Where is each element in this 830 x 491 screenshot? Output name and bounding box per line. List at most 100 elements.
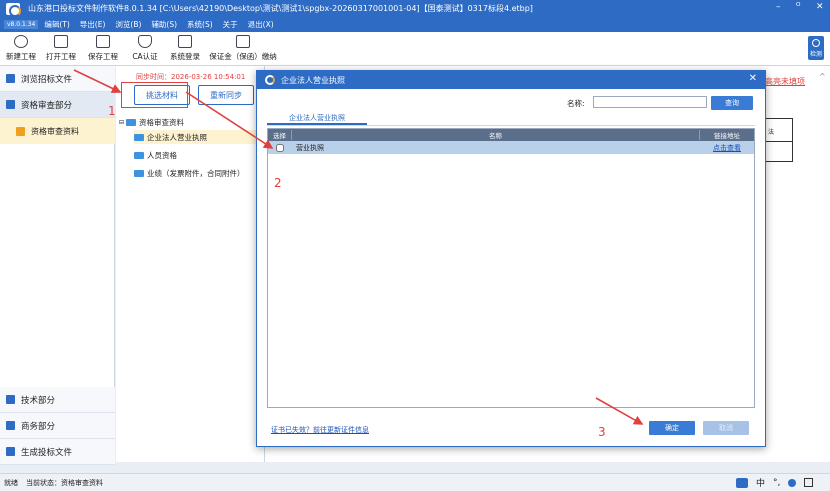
ca-auth-label: CA认证	[132, 52, 158, 61]
table-row[interactable]: 营业执照 点击查看	[268, 141, 754, 155]
sync-time: 同步时间：2026-03-26 10:54:01	[136, 73, 246, 81]
version-tag: v8.0.1.34	[4, 20, 39, 29]
browse-icon	[6, 74, 15, 83]
annotation-step-1: 1	[108, 104, 116, 118]
row-select-cell	[268, 144, 292, 152]
highlight-unfilled-link[interactable]: 高亮未填项	[765, 76, 805, 87]
open-project-label: 打开工程	[46, 52, 76, 61]
search-input[interactable]	[593, 96, 707, 108]
confirm-button[interactable]: 确定	[649, 421, 695, 435]
new-project-button[interactable]: 新建工程	[4, 35, 38, 62]
search-button[interactable]: 查询	[711, 96, 753, 110]
resync-button[interactable]: 重新同步	[198, 85, 254, 105]
row-name: 营业执照	[296, 144, 324, 152]
tree-item-license-label: 企业法人营业执照	[147, 132, 207, 142]
menu-export[interactable]: 导出(E)	[80, 19, 106, 30]
app-logo-icon	[265, 75, 275, 85]
system-login-button[interactable]: 系统登录	[168, 35, 202, 62]
menu-assist[interactable]: 辅助(S)	[151, 19, 177, 30]
ime-tray: 中 °,	[736, 476, 814, 489]
open-project-button[interactable]: 打开工程	[44, 35, 78, 62]
search-label: 名称:	[567, 99, 585, 108]
minimize-button[interactable]: –	[776, 2, 781, 12]
ca-auth-button[interactable]: CA认证	[128, 35, 162, 62]
tab-license[interactable]: 企业法人营业执照	[267, 113, 367, 125]
shield-icon	[138, 35, 152, 48]
scroll-up-icon[interactable]: ^	[819, 72, 826, 81]
detect-label: 检测	[809, 51, 822, 58]
system-login-label: 系统登录	[170, 52, 200, 61]
user-icon[interactable]	[788, 478, 797, 487]
edit-icon	[6, 421, 15, 430]
folder-icon	[134, 152, 144, 159]
edit-icon	[6, 395, 15, 404]
menu-about[interactable]: 关于	[223, 19, 238, 30]
menu-exit[interactable]: 退出(X)	[248, 19, 274, 30]
dialog-close-button[interactable]: ✕	[749, 73, 757, 84]
col-select: 选择	[268, 130, 292, 140]
tree-item-personnel[interactable]: 人员资格	[134, 150, 177, 161]
detect-icon	[812, 39, 820, 47]
tree-item-performance[interactable]: 业绩（发票附件，合同附件）	[134, 168, 245, 179]
maximize-button[interactable]: ᴼ	[796, 2, 800, 12]
toolbar: 新建工程 打开工程 保存工程 CA认证 系统登录 保证金（保函）缴纳	[0, 32, 830, 66]
folder-icon	[134, 170, 144, 177]
close-window-button[interactable]: ✕	[816, 2, 824, 12]
status-ready: 就绪	[4, 478, 18, 487]
nav-sub-label: 资格审查资料	[31, 126, 79, 136]
status-state-value: 资格审查资料	[61, 478, 103, 487]
menu-system[interactable]: 系统(S)	[187, 19, 213, 30]
tree-item-license[interactable]: 企业法人营业执照	[134, 130, 262, 144]
document-icon	[6, 447, 15, 456]
nav-qualification[interactable]: 资格审查部分	[0, 92, 115, 118]
collapse-icon: ⊟	[119, 119, 125, 126]
currency-icon	[236, 35, 250, 48]
material-dialog: 企业法人营业执照 ✕ 名称: 查询 企业法人营业执照 选择 名称 链接地址 营业…	[256, 70, 766, 447]
tree-item-performance-label: 业绩（发票附件，合同附件）	[147, 169, 245, 178]
detect-button[interactable]: 检测	[808, 36, 824, 60]
update-cert-link[interactable]: 证书已失效？前往更新证件信息	[271, 425, 369, 435]
grid-icon[interactable]	[804, 478, 814, 487]
menu-browse[interactable]: 浏览(B)	[115, 19, 141, 30]
material-grid: 选择 名称 链接地址 营业执照 点击查看	[267, 128, 755, 156]
col-link: 链接地址	[714, 132, 740, 140]
open-folder-icon	[54, 35, 68, 48]
tree-root[interactable]: ⊟ 资格审查资料	[119, 117, 184, 128]
ime-punctuation[interactable]: °,	[773, 478, 780, 488]
nav-business-label: 商务部分	[21, 421, 56, 432]
annotation-box-1	[121, 82, 188, 108]
tree-root-label: 资格审查资料	[139, 118, 185, 127]
cancel-button: 取消	[703, 421, 749, 435]
deposit-pay-label: 保证金（保函）缴纳	[209, 52, 277, 61]
doc-cell-text: 法	[768, 129, 775, 136]
menu-edit[interactable]: 编辑(T)	[44, 19, 69, 30]
save-icon	[96, 35, 110, 48]
nav-generate[interactable]: 生成投标文件	[0, 439, 115, 465]
row-view-link[interactable]: 点击查看	[700, 143, 754, 153]
save-project-label: 保存工程	[88, 52, 118, 61]
app-logo-icon	[6, 2, 21, 17]
ime-chinese[interactable]: 中	[756, 476, 765, 489]
save-project-button[interactable]: 保存工程	[86, 35, 120, 62]
nav-browse-tender[interactable]: 浏览招标文件	[0, 66, 115, 92]
window-title: 山东港口投标文件制作软件8.0.1.34 [C:\Users\42190\Des…	[28, 4, 533, 13]
keyboard-icon[interactable]	[736, 477, 748, 488]
row-checkbox[interactable]	[276, 144, 284, 152]
edit-icon	[6, 100, 15, 109]
deposit-pay-button[interactable]: 保证金（保函）缴纳	[208, 35, 278, 62]
annotation-step-3: 3	[598, 425, 606, 439]
nav-business[interactable]: 商务部分	[0, 413, 115, 439]
status-state-label: 当前状态：	[26, 478, 61, 487]
folder-icon	[134, 133, 144, 141]
grid-header: 选择 名称 链接地址	[268, 129, 754, 141]
grid-empty-area	[267, 154, 755, 408]
nav-generate-label: 生成投标文件	[21, 447, 73, 458]
tree-item-personnel-label: 人员资格	[147, 151, 177, 160]
annotation-step-2: 2	[274, 176, 282, 190]
new-project-icon	[14, 35, 28, 48]
nav-technical-label: 技术部分	[21, 395, 56, 406]
nav-qualification-label: 资格审查部分	[21, 100, 73, 111]
menu-bar: v8.0.1.34 编辑(T) 导出(E) 浏览(B) 辅助(S) 系统(S) …	[0, 17, 830, 32]
nav-technical[interactable]: 技术部分	[0, 387, 115, 413]
nav-sub-qualification-materials[interactable]: 资格审查资料	[0, 118, 115, 144]
